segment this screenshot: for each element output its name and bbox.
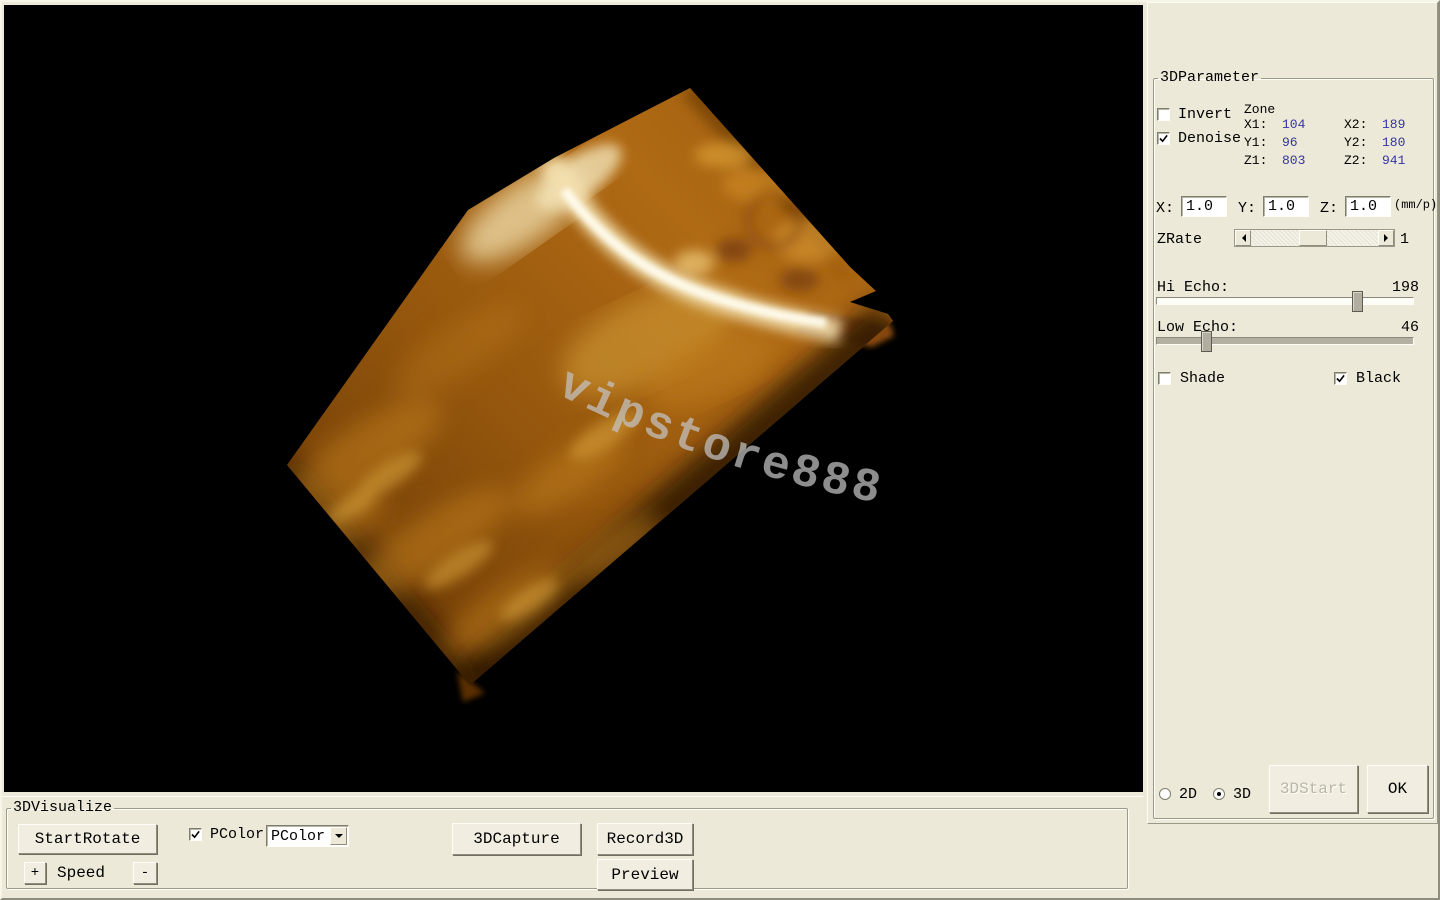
low-echo-value: 46 [1401,319,1419,336]
x-scale-label: X: [1156,200,1174,217]
zone-y1-value: 96 [1282,135,1344,150]
start3d-button[interactable]: 3DStart [1269,765,1358,813]
speed-minus-button[interactable]: - [133,862,157,884]
zone-y1-label: Y1: [1244,135,1282,150]
zrate-scrollbar[interactable] [1234,229,1395,247]
mode-2d-radio[interactable] [1159,788,1171,800]
start-rotate-button[interactable]: StartRotate [18,824,157,854]
record-3d-button[interactable]: Record3D [597,823,693,855]
zone-x1-value: 104 [1282,117,1344,132]
zrate-scrollbar-thumb[interactable] [1299,230,1327,246]
black-checkbox[interactable] [1334,372,1347,385]
check-icon [191,830,200,839]
x-scale-input[interactable] [1181,196,1227,217]
zone-z1-value: 803 [1282,153,1344,168]
zone-grid: X1: 104 X2: 189 Y1: 96 Y2: 180 Z1: 803 Z… [1244,117,1440,168]
ok-button[interactable]: OK [1367,765,1428,813]
zone-x2-value: 189 [1382,117,1440,132]
mode-3d-radio[interactable] [1213,788,1225,800]
zone-z2-label: Z2: [1344,153,1382,168]
hi-echo-value: 198 [1392,279,1419,296]
scroll-right-icon [1384,234,1392,242]
zone-z2-value: 941 [1382,153,1440,168]
zrate-value: 1 [1400,231,1409,248]
black-label: Black [1356,370,1401,387]
speed-label: Speed [57,864,105,882]
zone-title: Zone [1244,102,1275,117]
invert-label: Invert [1178,106,1232,123]
parameter-group-title: 3DParameter [1158,71,1261,85]
hi-echo-slider[interactable] [1156,297,1414,305]
zone-y2-label: Y2: [1344,135,1382,150]
preview-button[interactable]: Preview [597,859,693,890]
ultrasound-render: vipstore888 [4,5,1143,792]
low-echo-label: Low Echo: [1157,319,1238,336]
parameter-panel: 3DParameter Invert Denoise Zone X1: 104 … [1147,2,1438,824]
y-scale-input[interactable] [1263,196,1309,217]
low-echo-slider-thumb[interactable] [1201,331,1212,352]
pcolor-checkbox[interactable] [189,828,202,841]
mode-2d-label: 2D [1179,786,1197,803]
check-icon [1336,374,1345,383]
z-scale-label: Z: [1320,200,1338,217]
pcolor-dropdown[interactable]: PColor [266,825,349,847]
capture-3d-button[interactable]: 3DCapture [452,823,581,855]
zrate-scroll-left-button[interactable] [1235,230,1251,246]
y-scale-label: Y: [1238,200,1256,217]
z-scale-input[interactable] [1345,196,1391,217]
low-echo-slider[interactable] [1156,337,1414,345]
denoise-label: Denoise [1178,130,1241,147]
zrate-label: ZRate [1157,231,1202,248]
scroll-left-icon [1238,234,1246,242]
viewport-3d[interactable]: vipstore888 [4,5,1143,792]
mode-3d-label: 3D [1233,786,1251,803]
scale-unit-label: (mm/p) [1394,198,1437,212]
parameter-group: 3DParameter [1153,71,1434,819]
pcolor-dropdown-button[interactable] [330,827,347,845]
zone-y2-value: 180 [1382,135,1440,150]
visualize-group-title: 3DVisualize [11,801,114,815]
shade-checkbox[interactable] [1158,372,1171,385]
hi-echo-slider-thumb[interactable] [1352,291,1363,312]
shade-label: Shade [1180,370,1225,387]
zrate-scroll-right-button[interactable] [1378,230,1394,246]
zone-z1-label: Z1: [1244,153,1282,168]
speed-plus-button[interactable]: + [24,862,46,884]
pcolor-checkbox-label: PColor [210,826,264,843]
check-icon [1159,134,1168,143]
invert-checkbox[interactable] [1157,108,1170,121]
zone-x1-label: X1: [1244,117,1282,132]
zone-x2-label: X2: [1344,117,1382,132]
pcolor-dropdown-value: PColor [267,828,329,845]
dropdown-arrow-icon [335,834,343,842]
hi-echo-label: Hi Echo: [1157,279,1229,296]
radio-dot-icon [1217,792,1221,796]
denoise-checkbox[interactable] [1157,132,1170,145]
visualize-panel: 3DVisualize StartRotate PColor PColor + … [2,796,1143,897]
